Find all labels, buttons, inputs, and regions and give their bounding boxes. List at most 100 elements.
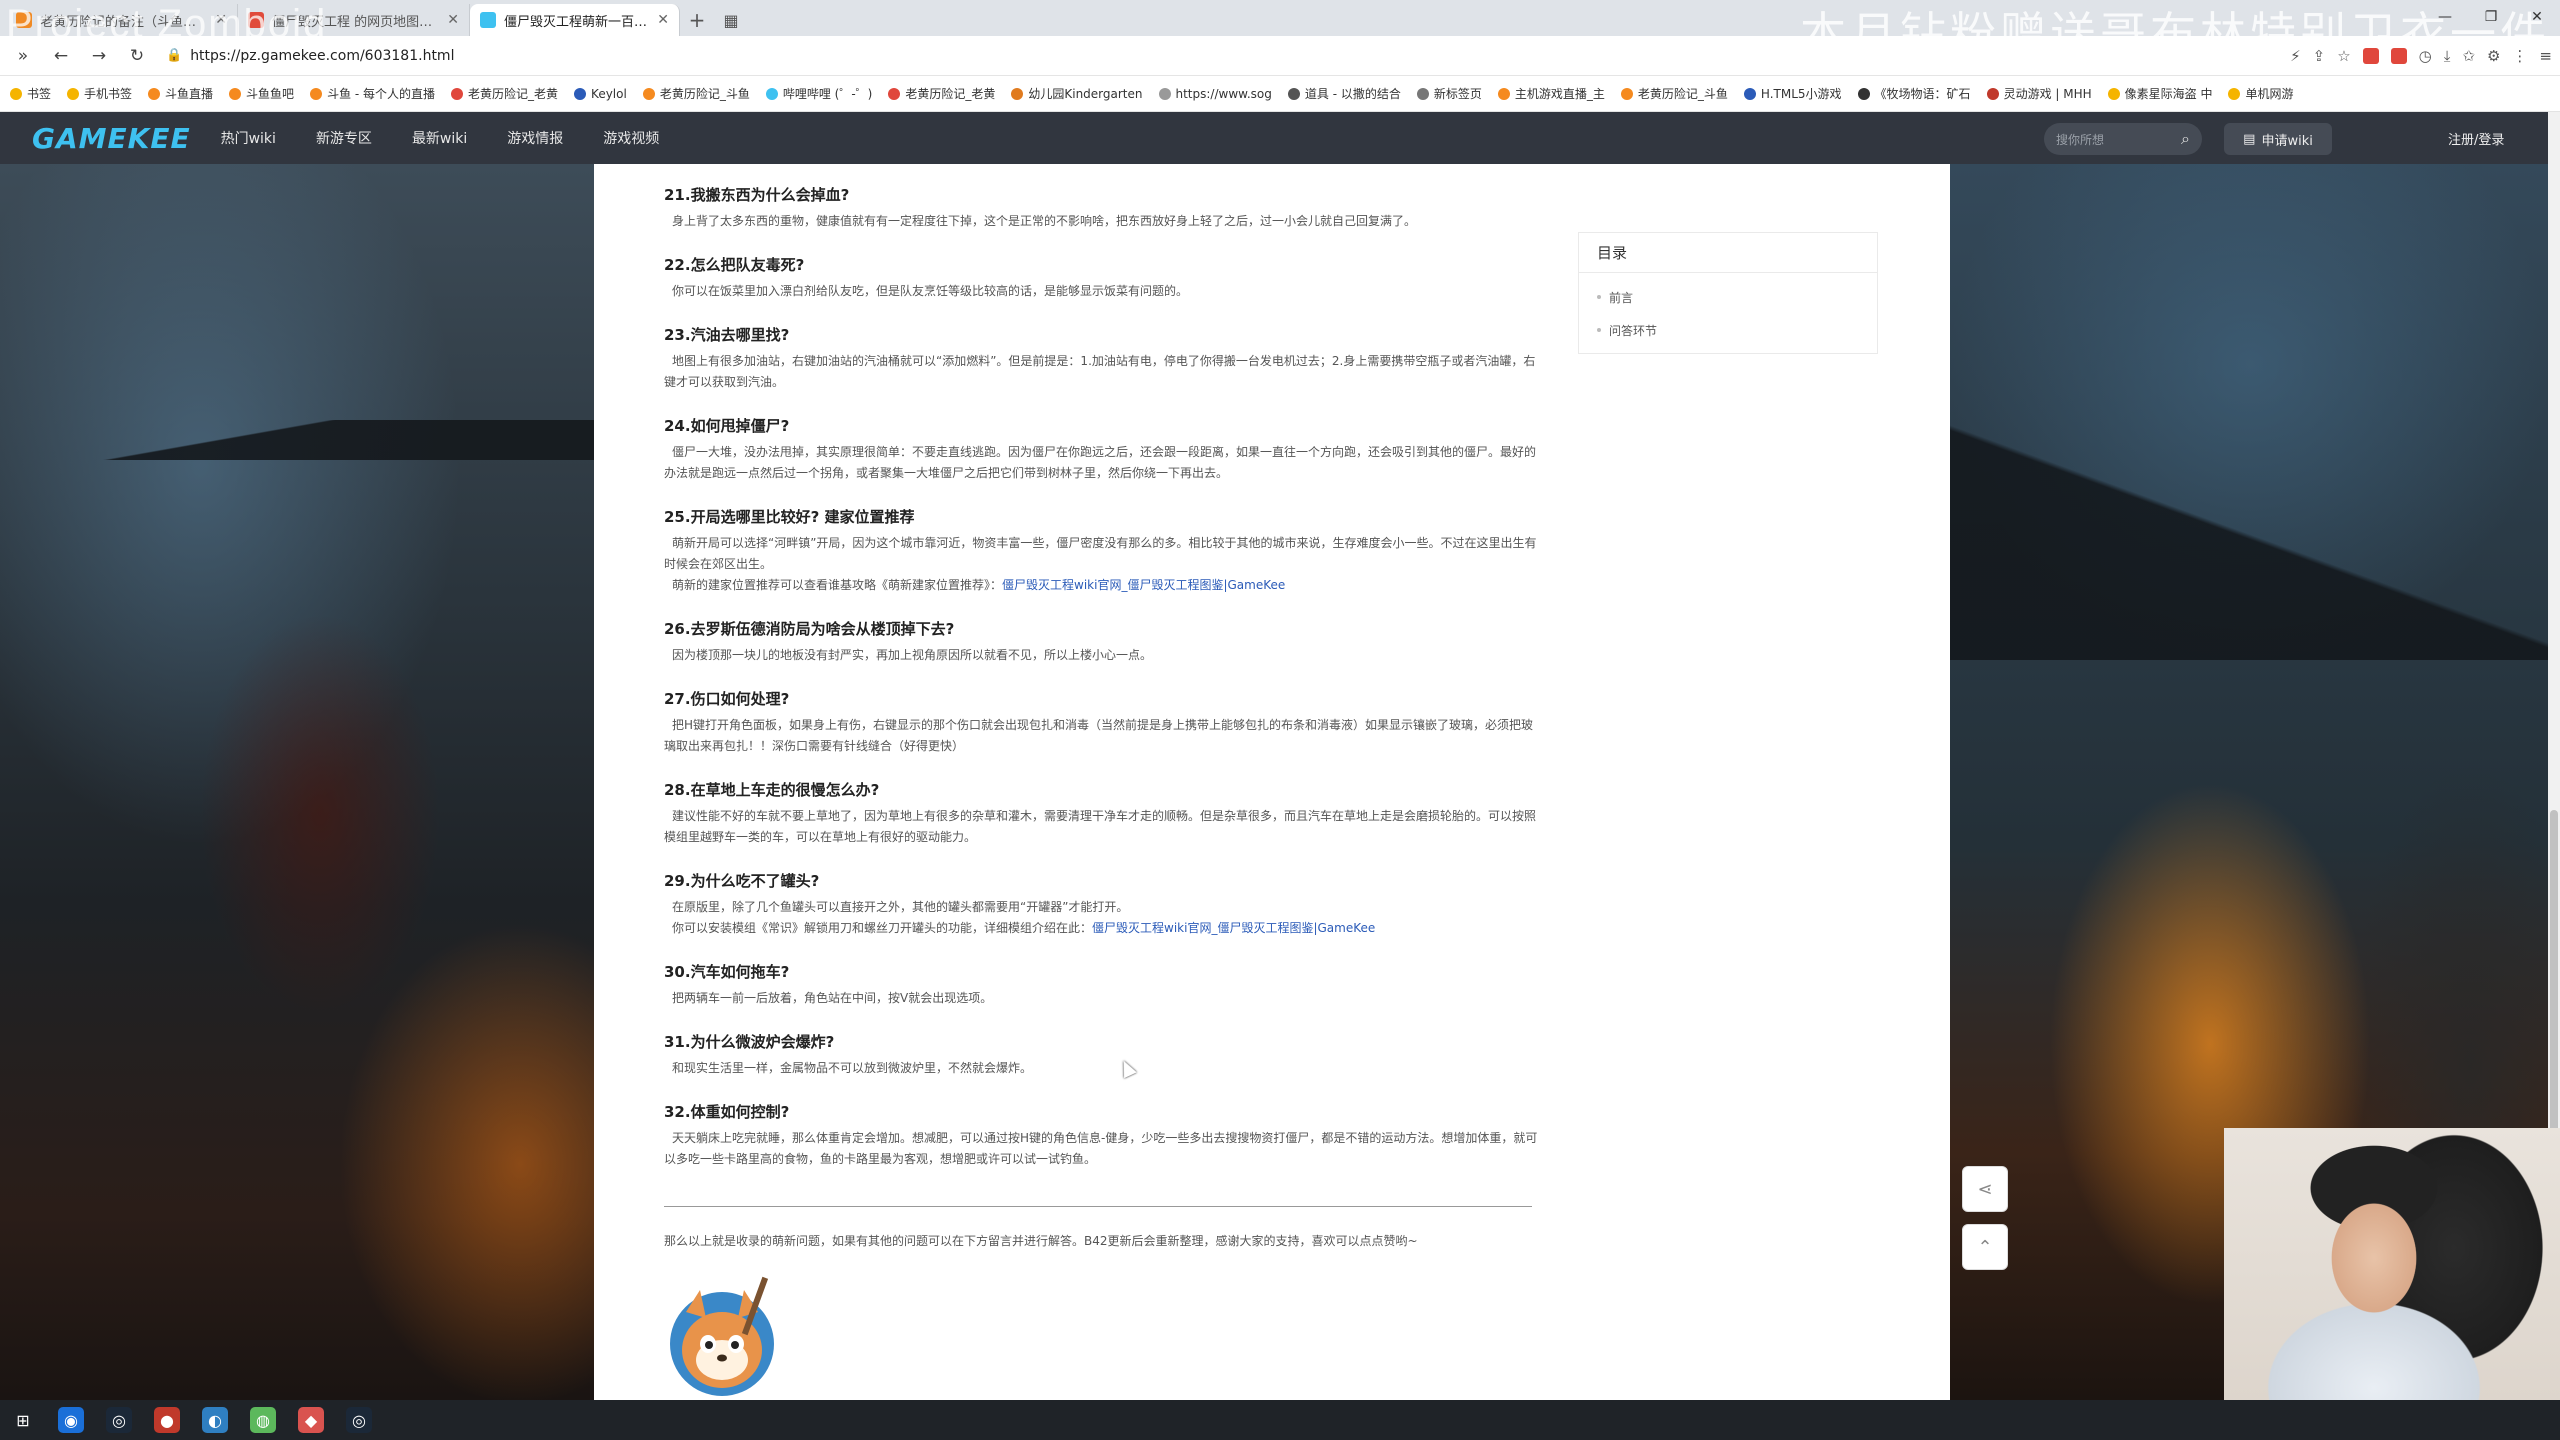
close-icon[interactable]: ✕ <box>657 12 669 28</box>
sidebar-toggle-icon[interactable]: » <box>8 41 38 71</box>
tab-grid-icon[interactable]: ▦ <box>714 4 748 36</box>
bookmark-item[interactable]: 灵动游戏 | MHH <box>1986 85 2092 102</box>
address-bar: » ← → ↻ 🔒 https://pz.gamekee.com/603181.… <box>0 36 2560 76</box>
browser-tab-1[interactable]: 老黄历险记的备注（斗鱼直播 ✕ <box>6 4 238 36</box>
bookmark-item[interactable]: 道具 - 以撒的结合 <box>1287 85 1401 102</box>
site-search-input[interactable]: 搜你所想 ⌕ <box>2044 123 2202 155</box>
bookmark-item[interactable]: 哔哩哔哩 (゜-゜) <box>765 85 872 102</box>
bookmark-icon <box>451 87 464 100</box>
article-panel: 21.我搬东西为什么会掉血? 身上背了太多东西的重物，健康值就有有一定程度往下掉… <box>594 164 1950 1400</box>
bookmark-item[interactable]: 斗鱼直播 <box>148 85 213 102</box>
login-link[interactable]: 注册/登录 <box>2448 129 2504 148</box>
bookmark-item[interactable]: Keylol <box>574 87 627 101</box>
forward-icon[interactable]: → <box>84 41 114 71</box>
nav-latest-wiki[interactable]: 最新wiki <box>412 128 467 148</box>
back-icon[interactable]: ← <box>46 41 76 71</box>
site-logo[interactable]: GAMEKEE <box>32 122 191 155</box>
history-icon[interactable]: ◷ <box>2419 47 2432 65</box>
qa-item: 22.怎么把队友毒死? 你可以在饭菜里加入漂白剂给队友吃，但是队友烹饪等级比较高… <box>664 254 1544 302</box>
close-icon[interactable]: ✕ <box>447 12 459 28</box>
bookmark-item[interactable]: 斗鱼 - 每个人的直播 <box>310 85 435 102</box>
bookmark-item[interactable]: 书签 <box>10 85 51 102</box>
share-button[interactable]: ⋖ <box>1962 1166 2008 1212</box>
qa-item: 29.为什么吃不了罐头? 在原版里，除了几个鱼罐头可以直接开之外，其他的罐头都需… <box>664 870 1544 939</box>
bookmark-icon <box>1986 87 1999 100</box>
nav-game-videos[interactable]: 游戏视频 <box>603 128 659 148</box>
qa-item: 21.我搬东西为什么会掉血? 身上背了太多东西的重物，健康值就有有一定程度往下掉… <box>664 184 1544 232</box>
star-icon[interactable]: ☆ <box>2337 47 2350 65</box>
share-page-icon[interactable]: ⇪ <box>2313 47 2326 65</box>
bookmark-item[interactable]: 手机书签 <box>67 85 132 102</box>
bookmark-item[interactable]: 老黄历险记_老黄 <box>888 85 995 102</box>
wiki-link[interactable]: 僵尸毁灭工程wiki官网_僵尸毁灭工程图鉴|GameKee <box>1092 921 1375 935</box>
menu-icon[interactable]: ≡ <box>2539 47 2552 65</box>
answer-text: 建议性能不好的车就不要上草地了，因为草地上有很多的杂草和灌木，需要清理干净车才走… <box>664 809 1537 844</box>
question-title: 28.在草地上车走的很慢怎么办? <box>664 781 880 799</box>
bookmark-item[interactable]: 主机游戏直播_主 <box>1497 85 1605 102</box>
more-icon[interactable]: ⋮ <box>2512 47 2527 65</box>
bookmark-item[interactable]: 《牧场物语：矿石 <box>1857 85 1971 102</box>
content-divider <box>664 1206 1532 1207</box>
window-close-icon[interactable]: ✕ <box>2514 0 2560 34</box>
bookmark-icon <box>1416 87 1429 100</box>
search-icon[interactable]: ⌕ <box>2181 129 2190 149</box>
minimize-icon[interactable]: — <box>2422 0 2468 34</box>
taskbar: ⊞ ◉ ◎ ● ◐ ◍ ◆ ◎ <box>0 1400 2560 1440</box>
wiki-link[interactable]: 僵尸毁灭工程wiki官网_僵尸毁灭工程图鉴|GameKee <box>1002 578 1285 592</box>
nav-new-games[interactable]: 新游专区 <box>316 128 372 148</box>
toc-item[interactable]: 前言 <box>1579 289 1877 306</box>
tools-icon[interactable]: ⚙ <box>2487 47 2500 65</box>
answer-text: 因为楼顶那一块儿的地板没有封严实，再加上视角原因所以就看不见，所以上楼小心一点。 <box>672 648 1153 662</box>
tab-favicon <box>248 12 264 28</box>
favorites-icon[interactable]: ✩ <box>2462 47 2475 65</box>
tab-title: 僵尸毁灭工程萌新一百问_僵尸 <box>504 14 649 30</box>
bookmark-item[interactable]: 老黄历险记_老黄 <box>451 85 558 102</box>
app-icon[interactable]: ◆ <box>298 1407 324 1433</box>
nav-game-news[interactable]: 游戏情报 <box>507 128 563 148</box>
table-of-contents: 目录 前言 问答环节 <box>1578 232 1878 354</box>
windows-start-icon[interactable]: ⊞ <box>10 1407 36 1433</box>
bookmark-item[interactable]: H.TML5小游戏 <box>1743 85 1842 102</box>
new-tab-button[interactable]: + <box>680 4 714 36</box>
extension-icon[interactable] <box>2362 47 2379 64</box>
edge-icon[interactable]: ◐ <box>202 1407 228 1433</box>
qa-item: 25.开局选哪里比较好? 建家位置推荐 萌新开局可以选择“河畔镇”开局，因为这个… <box>664 506 1544 596</box>
download-icon[interactable]: ⤓ <box>2444 47 2451 65</box>
steam-icon[interactable]: ◎ <box>106 1407 132 1433</box>
qa-item: 23.汽油去哪里找? 地图上有很多加油站，右键加油站的汽油桶就可以“添加燃料”。… <box>664 324 1544 393</box>
answer-text: 在原版里，除了几个鱼罐头可以直接开之外，其他的罐头都需要用“开罐器”才能打开。 <box>672 900 1129 914</box>
bookmark-item[interactable]: 新标签页 <box>1416 85 1482 102</box>
obs-icon[interactable]: ● <box>154 1407 180 1433</box>
pdf-extension-icon[interactable] <box>2390 47 2407 64</box>
answer-text: 萌新的建家位置推荐可以查看谁基攻略《萌新建家位置推荐》：僵尸毁灭工程wiki官网… <box>672 578 1286 592</box>
bookmark-item[interactable]: 老黄历险记_斗鱼 <box>1620 85 1728 102</box>
maximize-icon[interactable]: ❐ <box>2468 0 2514 34</box>
lightning-icon[interactable]: ⚡ <box>2290 47 2301 65</box>
bookmark-icon <box>10 87 22 100</box>
bookmark-item[interactable]: 像素星际海盗 中 <box>2107 85 2212 102</box>
apply-wiki-button[interactable]: ▤ 申请wiki <box>2224 123 2332 155</box>
browser-taskbar-icon[interactable]: ◉ <box>58 1407 84 1433</box>
reload-icon[interactable]: ↻ <box>122 41 152 71</box>
bookmark-item[interactable]: 斗鱼鱼吧 <box>229 85 294 102</box>
back-to-top-button[interactable]: ⌃ <box>1962 1224 2008 1270</box>
bookmark-item[interactable]: 幼儿园Kindergarten <box>1011 85 1143 102</box>
webcam-overlay <box>2224 1128 2560 1400</box>
bookmark-item[interactable]: 单机网游 <box>2228 85 2293 102</box>
url-field[interactable]: 🔒 https://pz.gamekee.com/603181.html <box>160 41 2282 71</box>
background-roof-right <box>1950 360 2560 660</box>
address-tools: ⚡ ⇪ ☆ ◷ ⤓ ✩ ⚙ ⋮ ≡ <box>2290 47 2552 65</box>
browser-tab-2[interactable]: 僵尸毁灭工程 的网页地图和中文 ✕ <box>238 4 470 36</box>
steam-game-icon[interactable]: ◎ <box>346 1407 372 1433</box>
bookmark-item[interactable]: 老黄历险记_斗鱼 <box>642 85 750 102</box>
toc-item[interactable]: 问答环节 <box>1579 322 1877 339</box>
bookmark-item[interactable]: https://www.sog <box>1158 87 1272 101</box>
bookmark-icon <box>2107 87 2120 100</box>
nav-hot-wiki[interactable]: 热门wiki <box>221 128 276 148</box>
browser-tab-3[interactable]: 僵尸毁灭工程萌新一百问_僵尸 ✕ <box>470 4 680 36</box>
bookmark-icon <box>67 87 80 100</box>
answer-text: 你可以在饭菜里加入漂白剂给队友吃，但是队友烹饪等级比较高的话，是能够显示饭菜有问… <box>672 284 1189 298</box>
answer-text: 僵尸一大堆，没办法甩掉，其实原理很简单：不要走直线逃跑。因为僵尸在你跑远之后，还… <box>664 445 1537 480</box>
game-launcher-icon[interactable]: ◍ <box>250 1407 276 1433</box>
close-icon[interactable]: ✕ <box>215 12 227 28</box>
